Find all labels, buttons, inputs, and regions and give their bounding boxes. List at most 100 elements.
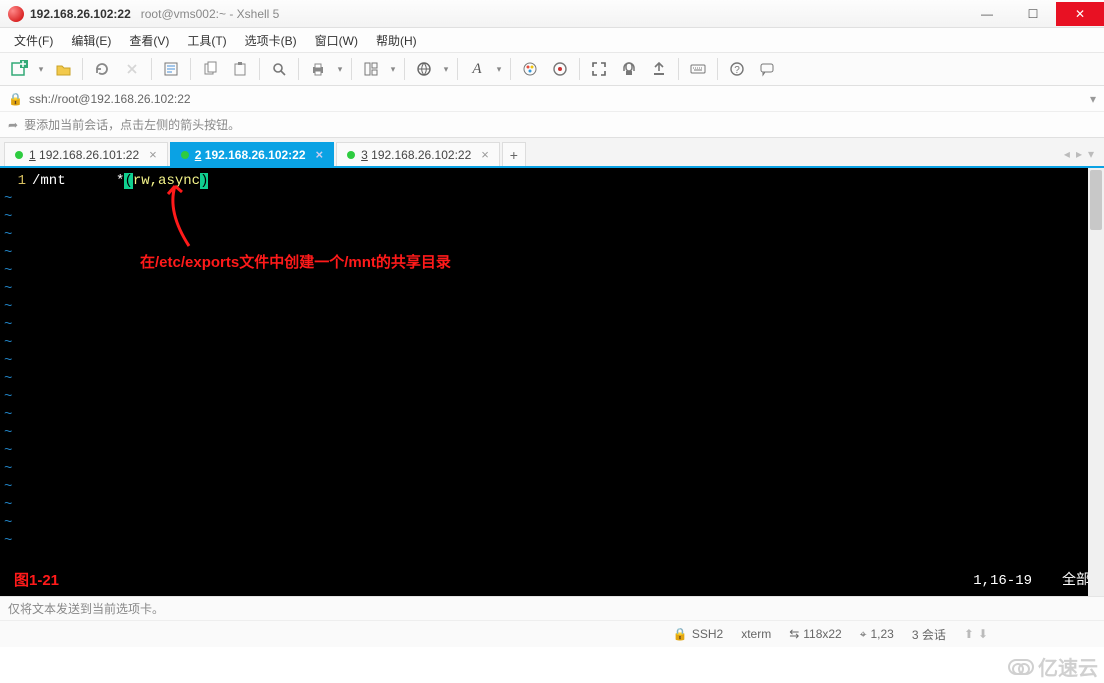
protocol-status: 🔒SSH2: [673, 627, 723, 641]
tab-list-dropdown-icon[interactable]: ▾: [1088, 147, 1094, 161]
tilde-line: ~: [4, 478, 1094, 496]
address-input[interactable]: [29, 92, 1084, 106]
menu-tabs[interactable]: 选项卡(B): [239, 30, 303, 51]
keyboard-icon[interactable]: [685, 56, 711, 82]
address-bar: 🔒 ▾: [0, 86, 1104, 112]
tab-strip: 1 192.168.26.101:22 × 2 192.168.26.102:2…: [0, 138, 1104, 168]
vim-status: 1,16-19 全部: [973, 572, 1090, 590]
tilde-line: ~: [4, 496, 1094, 514]
scroll-scope: 全部: [1062, 572, 1090, 590]
tab-scroll-arrows: ◂ ▸ ▾: [1058, 142, 1100, 166]
terminal-scrollbar[interactable]: [1088, 168, 1104, 596]
dropdown-icon[interactable]: ▾: [1090, 92, 1096, 106]
window-title-sub: root@vms002:~ - Xshell 5: [141, 7, 280, 21]
print-icon[interactable]: [305, 56, 331, 82]
disconnect-icon[interactable]: [119, 56, 145, 82]
paste-icon[interactable]: [227, 56, 253, 82]
font-icon[interactable]: A: [464, 56, 490, 82]
compose-hint[interactable]: 仅将文本发送到当前选项卡。: [8, 600, 164, 617]
color-scheme-icon[interactable]: [517, 56, 543, 82]
tab-close-icon[interactable]: ×: [481, 147, 489, 162]
tab-label: 192.168.26.102:22: [205, 148, 306, 162]
term-type-status: xterm: [741, 627, 771, 641]
find-icon[interactable]: [266, 56, 292, 82]
scrollbar-thumb[interactable]: [1090, 170, 1102, 230]
menu-view[interactable]: 查看(V): [123, 30, 175, 51]
separator: [404, 58, 405, 80]
menu-window[interactable]: 窗口(W): [309, 30, 364, 51]
tilde-line: ~: [4, 334, 1094, 352]
maximize-button[interactable]: ☐: [1010, 2, 1056, 26]
terminal[interactable]: 1/mnt *(rw,async) ~ ~ ~ ~ ~ ~ ~ ~ ~ ~ ~ …: [0, 168, 1104, 596]
tilde-line: ~: [4, 316, 1094, 334]
minimize-button[interactable]: —: [964, 2, 1010, 26]
sessions-status: 3 会话: [912, 626, 946, 643]
watermark-icon: [1008, 659, 1034, 675]
menu-tools[interactable]: 工具(T): [181, 30, 232, 51]
always-on-top-icon[interactable]: [646, 56, 672, 82]
dropdown-icon[interactable]: ▾: [494, 64, 504, 75]
status-dot-icon: [15, 151, 23, 159]
window-title-main: 192.168.26.102:22: [30, 7, 131, 21]
dropdown-icon[interactable]: ▾: [441, 64, 451, 75]
status-dot-icon: [181, 151, 189, 159]
separator: [190, 58, 191, 80]
lock-icon: 🔒: [8, 92, 23, 106]
separator: [457, 58, 458, 80]
help-icon[interactable]: ?: [724, 56, 750, 82]
figure-label: 图1-21: [14, 572, 59, 590]
watermark: 亿速云: [1008, 652, 1098, 681]
cursor-position: 1,16-19: [973, 572, 1032, 590]
highlight-icon[interactable]: [547, 56, 573, 82]
annotation-text: 在/etc/exports文件中创建一个/mnt的共享目录: [140, 254, 451, 272]
properties-icon[interactable]: [158, 56, 184, 82]
close-button[interactable]: ✕: [1056, 2, 1104, 26]
dropdown-icon[interactable]: ▾: [36, 64, 46, 75]
lock-icon: 🔒: [673, 627, 688, 641]
open-session-icon[interactable]: [50, 56, 76, 82]
forum-icon[interactable]: [754, 56, 780, 82]
dropdown-icon[interactable]: ▾: [335, 64, 345, 75]
session-tab-3[interactable]: 3 192.168.26.102:22 ×: [336, 142, 500, 166]
encoding-icon[interactable]: [411, 56, 437, 82]
tab-scroll-left-icon[interactable]: ◂: [1064, 147, 1070, 161]
tilde-line: ~: [4, 442, 1094, 460]
add-tab-button[interactable]: +: [502, 142, 526, 166]
tab-index: 3: [361, 148, 368, 162]
new-session-icon[interactable]: [6, 56, 32, 82]
tilde-line: ~: [4, 352, 1094, 370]
compose-bar: 仅将文本发送到当前选项卡。: [0, 596, 1104, 620]
tilde-line: ~: [4, 370, 1094, 388]
size-icon: ⇆: [789, 627, 799, 641]
tab-label: 192.168.26.102:22: [371, 148, 471, 162]
transparency-icon[interactable]: [616, 56, 642, 82]
cursor-status: ⌖1,23: [860, 627, 894, 642]
separator: [717, 58, 718, 80]
copy-icon[interactable]: [197, 56, 223, 82]
titlebar: 192.168.26.102:22 root@vms002:~ - Xshell…: [0, 0, 1104, 28]
reconnect-icon[interactable]: [89, 56, 115, 82]
path-text: /mnt: [32, 173, 66, 189]
svg-text:?: ?: [734, 65, 740, 76]
layout-icon[interactable]: [358, 56, 384, 82]
tab-scroll-right-icon[interactable]: ▸: [1076, 147, 1082, 161]
menu-file[interactable]: 文件(F): [8, 30, 59, 51]
separator: [678, 58, 679, 80]
session-tab-2[interactable]: 2 192.168.26.102:22 ×: [170, 142, 334, 166]
menu-edit[interactable]: 编辑(E): [65, 30, 117, 51]
tab-close-icon[interactable]: ×: [316, 147, 324, 162]
session-tab-1[interactable]: 1 192.168.26.101:22 ×: [4, 142, 168, 166]
tab-index: 1: [29, 148, 36, 162]
separator: [510, 58, 511, 80]
fullscreen-icon[interactable]: [586, 56, 612, 82]
toolbar: ▾ ▾ ▾ ▾ A ▾ ?: [0, 52, 1104, 86]
tab-close-icon[interactable]: ×: [149, 147, 157, 162]
dropdown-icon[interactable]: ▾: [388, 64, 398, 75]
tilde-line: ~: [4, 280, 1094, 298]
menu-help[interactable]: 帮助(H): [370, 30, 423, 51]
transfer-arrows-icon: ⬆⬇: [964, 627, 988, 641]
separator: [351, 58, 352, 80]
hl-open-paren: (: [124, 173, 132, 189]
add-session-arrow-icon[interactable]: ➦: [8, 118, 18, 132]
app-icon: [8, 6, 24, 22]
